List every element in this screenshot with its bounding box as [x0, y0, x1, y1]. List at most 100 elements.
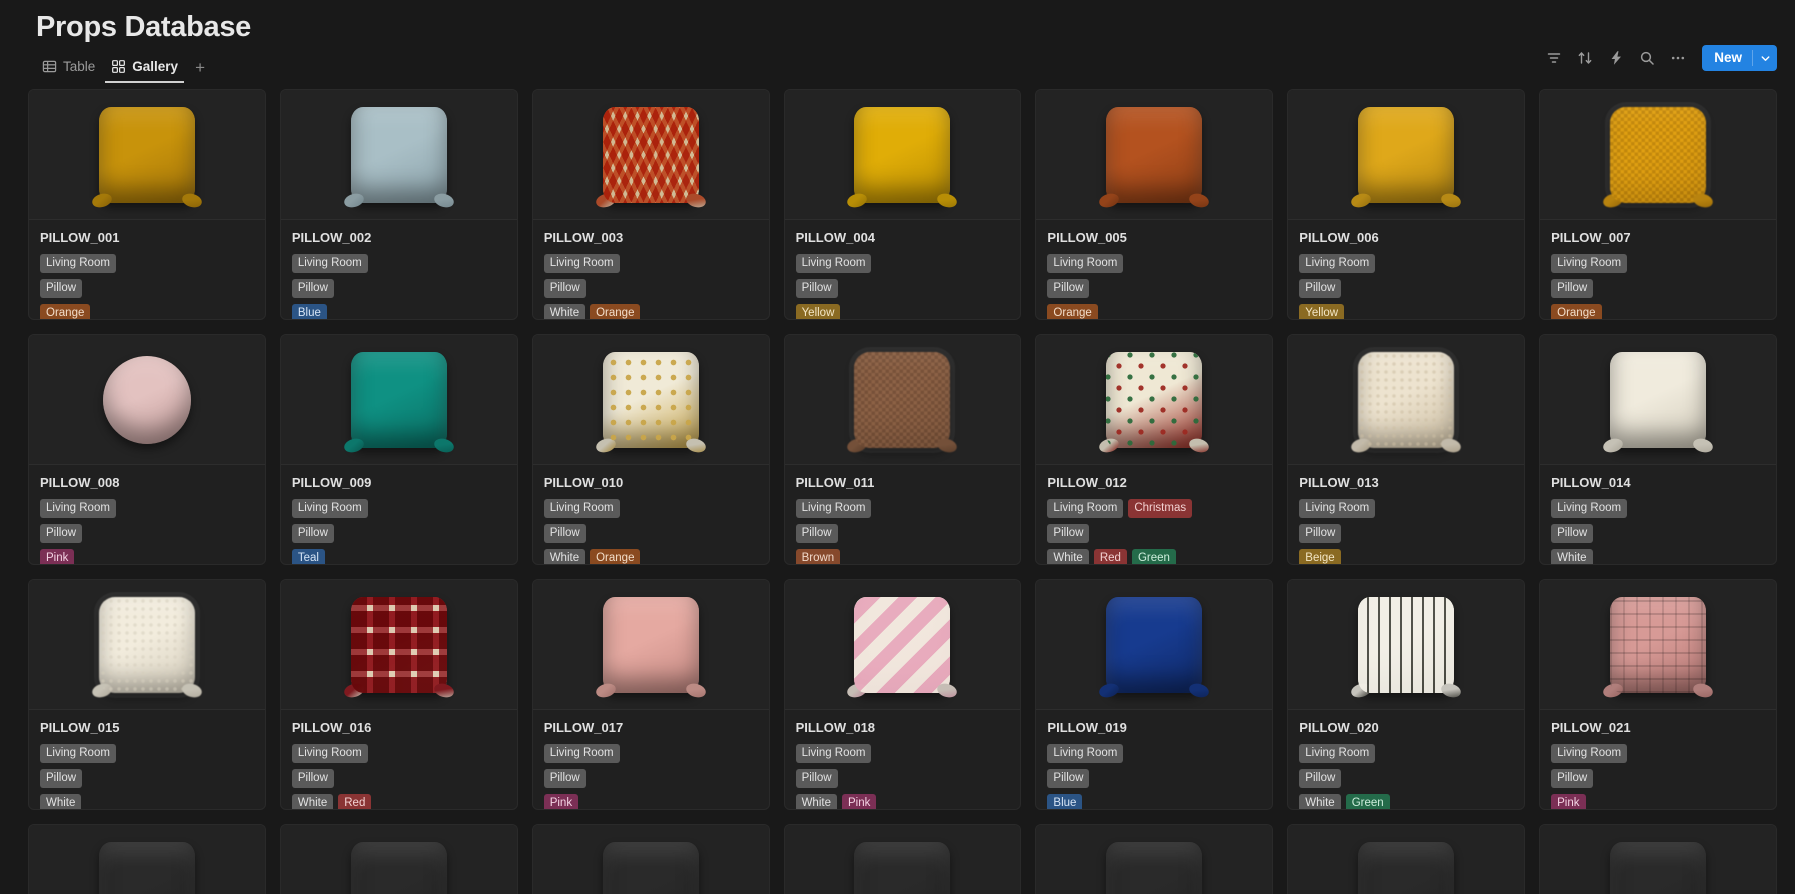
filter-icon[interactable]	[1540, 44, 1568, 72]
tag-row: Pillow	[795, 769, 1010, 788]
card-image	[1288, 90, 1525, 220]
card-image	[1540, 580, 1776, 710]
tag-row: Living Room Christmas	[1047, 499, 1261, 518]
tag-row: Living Room	[40, 499, 254, 518]
card-image	[1036, 90, 1273, 220]
tag-row: Pillow	[1551, 279, 1765, 298]
gallery-card[interactable]: PILLOW_010 Living Room Pillow White Orange	[531, 334, 770, 565]
new-button[interactable]: New	[1702, 45, 1777, 71]
gallery-card[interactable]: PILLOW_021 Living Room Pillow Pink	[1539, 579, 1777, 810]
pillow-illustration	[843, 834, 961, 894]
tag: Living Room	[1551, 744, 1628, 763]
tag: Pink	[1551, 794, 1586, 809]
card-title: PILLOW_018	[795, 720, 876, 735]
tag: Living Room	[1047, 254, 1124, 273]
tag-row: Living Room	[40, 744, 254, 763]
gallery-card[interactable]: PILLOW_019 Living Room Pillow Blue	[1035, 579, 1274, 810]
tab-table[interactable]: Table	[36, 56, 101, 83]
card-body: PILLOW_019 Living Room Pillow Blue	[1036, 710, 1272, 809]
card-image	[1540, 335, 1776, 465]
gallery-card[interactable]: PILLOW_003 Living Room Pillow White Orange	[531, 89, 770, 320]
gallery-card[interactable]: PILLOW_022	[28, 824, 266, 894]
add-view-button[interactable]: +	[188, 58, 212, 83]
pillow-illustration	[1095, 344, 1213, 456]
search-icon[interactable]	[1633, 44, 1661, 72]
tag: Living Room	[795, 499, 872, 518]
gallery-card[interactable]: PILLOW_001 Living Room Pillow Orange	[28, 89, 266, 320]
tag: Pillow	[1551, 279, 1594, 298]
pillow-illustration	[88, 344, 206, 456]
gallery-card[interactable]: PILLOW_006 Living Room Pillow Yellow	[1287, 89, 1526, 320]
pillow-illustration	[1347, 344, 1465, 456]
gallery-card[interactable]: PILLOW_009 Living Room Pillow Teal	[279, 334, 518, 565]
gallery-card[interactable]: PILLOW_026	[1035, 824, 1274, 894]
gallery-card[interactable]: PILLOW_015 Living Room Pillow White	[28, 579, 266, 810]
gallery-card[interactable]: PILLOW_014 Living Room Pillow White	[1539, 334, 1777, 565]
tag-row: Living Room	[543, 744, 758, 763]
gallery-card[interactable]: PILLOW_027	[1287, 824, 1526, 894]
gallery-card[interactable]: PILLOW_012 Living Room Christmas Pillow Whi…	[1035, 334, 1274, 565]
gallery-card[interactable]: PILLOW_002 Living Room Pillow Blue	[279, 89, 518, 320]
gallery-card[interactable]: PILLOW_024	[531, 824, 770, 894]
tab-gallery[interactable]: Gallery	[105, 56, 185, 83]
tag-row: Pillow	[40, 524, 254, 543]
tag: Orange	[1047, 304, 1098, 319]
tag-row: Living Room	[1299, 744, 1513, 763]
tag-row: Living Room	[291, 254, 506, 273]
tag: White	[1047, 549, 1089, 564]
card-image	[1036, 335, 1273, 465]
card-image	[1540, 90, 1776, 220]
gallery-card[interactable]: PILLOW_028	[1539, 824, 1777, 894]
card-body: PILLOW_016 Living Room Pillow White Red	[281, 710, 517, 809]
table-icon	[42, 59, 57, 74]
pillow-illustration	[340, 834, 458, 894]
tag-row: Pillow	[1299, 279, 1513, 298]
tag: Living Room	[291, 744, 368, 763]
pillow-illustration	[843, 344, 961, 456]
card-body: PILLOW_011 Living Room Pillow Brown	[785, 465, 1021, 564]
gallery-card[interactable]: PILLOW_020 Living Room Pillow White Green	[1287, 579, 1526, 810]
tag-row: Living Room	[1299, 254, 1513, 273]
gallery-card[interactable]: PILLOW_004 Living Room Pillow Yellow	[783, 89, 1022, 320]
automation-icon[interactable]	[1602, 44, 1630, 72]
tag: Pillow	[795, 524, 838, 543]
gallery-card[interactable]: PILLOW_013 Living Room Pillow Beige	[1287, 334, 1526, 565]
card-image	[532, 90, 769, 220]
gallery-card[interactable]: PILLOW_007 Living Room Pillow Orange	[1539, 89, 1777, 320]
tag: Living Room	[1047, 499, 1124, 518]
tag-row: White Orange	[543, 304, 758, 319]
gallery-card[interactable]: PILLOW_011 Living Room Pillow Brown	[783, 334, 1022, 565]
card-body: PILLOW_018 Living Room Pillow White Pink	[785, 710, 1021, 809]
tab-table-label: Table	[63, 59, 96, 74]
tag: Pink	[543, 794, 579, 809]
tag: Pillow	[1047, 279, 1090, 298]
pillow-illustration	[1599, 589, 1717, 701]
tag-row: Blue	[291, 304, 506, 319]
tag: Pillow	[291, 769, 334, 788]
card-body: PILLOW_004 Living Room Pillow Yellow	[785, 220, 1021, 319]
gallery-card[interactable]: PILLOW_017 Living Room Pillow Pink	[531, 579, 770, 810]
gallery-card[interactable]: PILLOW_005 Living Room Pillow Orange	[1035, 89, 1274, 320]
card-body: PILLOW_012 Living Room Christmas Pillow Whi…	[1036, 465, 1272, 564]
more-options-icon[interactable]	[1664, 44, 1692, 72]
card-image	[280, 335, 517, 465]
gallery-card[interactable]: PILLOW_023	[279, 824, 518, 894]
tag-row: Pillow	[1551, 524, 1765, 543]
tag: White	[543, 304, 586, 319]
tag: Pink	[40, 549, 75, 564]
gallery-card[interactable]: PILLOW_008 Living Room Pillow Pink	[28, 334, 266, 565]
tag: Pillow	[1299, 769, 1342, 788]
tag-row: Beige	[1299, 549, 1513, 564]
tag-row: Pink	[543, 794, 758, 809]
tag: Pillow	[291, 524, 334, 543]
gallery-card[interactable]: PILLOW_016 Living Room Pillow White Red	[279, 579, 518, 810]
tag: Orange	[590, 304, 641, 319]
pillow-illustration	[843, 99, 961, 211]
chevron-down-icon[interactable]	[1753, 45, 1777, 71]
gallery-card[interactable]: PILLOW_025	[783, 824, 1022, 894]
gallery-card[interactable]: PILLOW_018 Living Room Pillow White Pink	[783, 579, 1022, 810]
tag-row: Brown	[795, 549, 1010, 564]
page-header: Props Database Table Gallery + New	[0, 0, 1795, 83]
sort-icon[interactable]	[1571, 44, 1599, 72]
card-image	[1036, 825, 1273, 894]
